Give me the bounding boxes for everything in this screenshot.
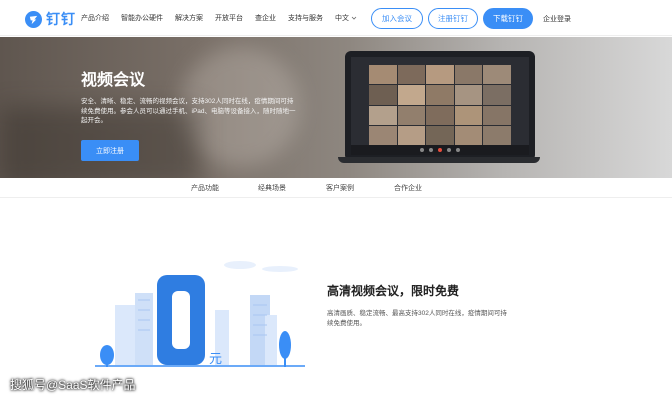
enterprise-login-link[interactable]: 企业登录 bbox=[543, 14, 571, 24]
tab-customer-cases[interactable]: 客户案例 bbox=[326, 183, 354, 193]
hero-title: 视频会议 bbox=[81, 72, 146, 89]
participant-tile bbox=[369, 65, 397, 85]
signup-button[interactable]: 注册钉钉 bbox=[428, 8, 478, 29]
zero-yuan-unit: 元 bbox=[209, 352, 222, 367]
mic-icon bbox=[420, 148, 424, 152]
participant-tile bbox=[483, 65, 511, 85]
participant-tile bbox=[483, 105, 511, 125]
tab-features[interactable]: 产品功能 bbox=[191, 183, 219, 193]
nav-link-open-platform[interactable]: 开放平台 bbox=[215, 13, 243, 23]
feature-description: 高清画质、稳定流畅、最高支持302人同时在线，疫情期间可持续免费使用。 bbox=[327, 310, 507, 327]
participant-tile bbox=[369, 105, 397, 125]
dingtalk-logo-icon bbox=[25, 10, 42, 28]
download-button[interactable]: 下载钉钉 bbox=[483, 8, 533, 29]
nav-link-product[interactable]: 产品介绍 bbox=[81, 13, 109, 23]
register-now-button[interactable]: 立即注册 bbox=[81, 140, 139, 161]
language-selector[interactable]: 中文 bbox=[335, 13, 357, 23]
hangup-icon bbox=[438, 148, 442, 152]
source-watermark: 搜狐号@SaaS软件产品 bbox=[10, 378, 136, 392]
participant-tile bbox=[426, 85, 454, 105]
participant-tile bbox=[369, 85, 397, 105]
language-label: 中文 bbox=[335, 15, 349, 22]
section-tabs: 产品功能 经典场景 客户案例 合作企业 bbox=[0, 178, 672, 198]
tab-partners[interactable]: 合作企业 bbox=[394, 183, 422, 193]
feature-title: 高清视频会议，限时免费 bbox=[327, 284, 460, 298]
nav-link-support[interactable]: 支持与服务 bbox=[288, 13, 323, 23]
participant-tile bbox=[426, 105, 454, 125]
laptop-video-conference-image bbox=[345, 51, 535, 161]
free-zero-yuan-illustration: 元 bbox=[95, 261, 305, 367]
tab-scenarios[interactable]: 经典场景 bbox=[258, 183, 286, 193]
nav-link-search-enterprise[interactable]: 查企业 bbox=[255, 13, 276, 23]
more-icon bbox=[456, 148, 460, 152]
share-icon bbox=[447, 148, 451, 152]
hero-description: 安全、清晰、稳定、流畅的视频会议，支持302人同时在线，疫情期间可持续免费使用。… bbox=[81, 98, 296, 124]
participant-tile bbox=[454, 105, 483, 125]
participant-tile bbox=[397, 125, 426, 145]
laptop-screen bbox=[351, 57, 529, 155]
participant-tile bbox=[397, 65, 426, 85]
participant-tile bbox=[369, 125, 397, 145]
participant-tile bbox=[426, 65, 454, 85]
participant-tile bbox=[483, 85, 511, 105]
nav-link-hardware[interactable]: 智能办公硬件 bbox=[121, 13, 163, 23]
participant-tile bbox=[397, 105, 426, 125]
participant-tile bbox=[426, 125, 454, 145]
laptop-base bbox=[338, 157, 540, 163]
chevron-down-icon bbox=[351, 16, 357, 20]
participant-tile bbox=[483, 125, 511, 145]
participant-tile bbox=[454, 125, 483, 145]
logo-text: 钉钉 bbox=[46, 11, 76, 27]
meeting-controls-bar bbox=[351, 145, 529, 155]
top-nav: 钉钉 产品介绍 智能办公硬件 解决方案 开放平台 查企业 支持与服务 中文 加入… bbox=[0, 0, 672, 36]
participant-tile bbox=[397, 85, 426, 105]
participant-tile bbox=[454, 85, 483, 105]
participant-tile bbox=[454, 65, 483, 85]
participant-grid bbox=[369, 65, 511, 145]
join-meeting-button[interactable]: 加入会议 bbox=[371, 8, 423, 29]
camera-icon bbox=[429, 148, 433, 152]
logo[interactable]: 钉钉 bbox=[25, 9, 76, 29]
nav-links: 产品介绍 智能办公硬件 解决方案 开放平台 查企业 支持与服务 中文 bbox=[81, 0, 357, 36]
nav-link-solutions[interactable]: 解决方案 bbox=[175, 13, 203, 23]
